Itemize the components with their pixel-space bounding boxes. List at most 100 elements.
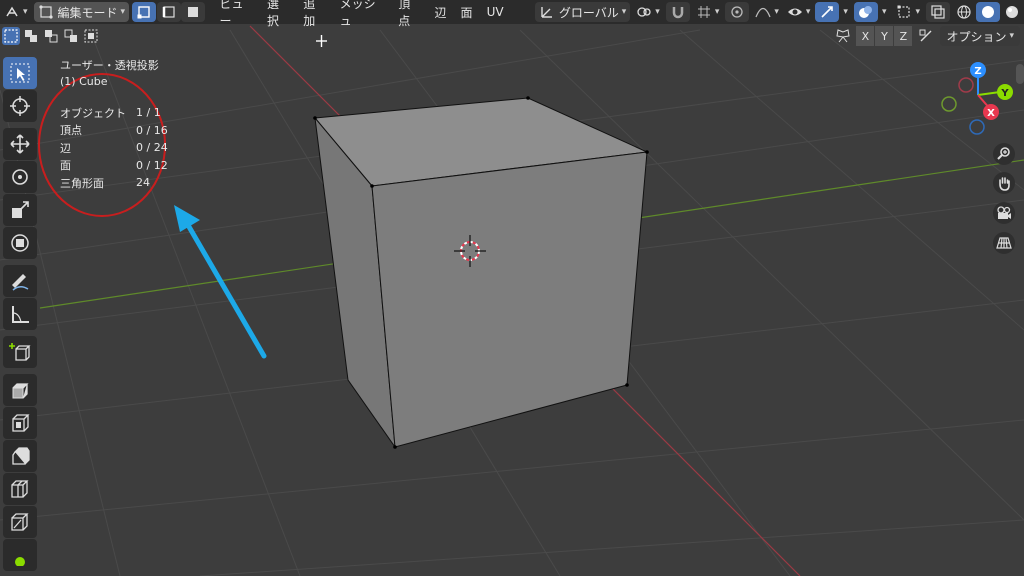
tool-rotate[interactable] — [3, 161, 37, 193]
menu-face[interactable]: 面 — [454, 2, 480, 22]
stat-value: 0 / 24 — [136, 141, 168, 155]
mesh-overlay-icon — [896, 4, 912, 20]
sidebar-toggle[interactable] — [1016, 64, 1024, 84]
gizmo-icon — [819, 4, 835, 20]
tool-move[interactable] — [3, 128, 37, 160]
menu-select[interactable]: 選択 — [260, 0, 296, 28]
loop-cut-icon — [11, 480, 29, 498]
shading-material-button[interactable] — [1000, 2, 1024, 22]
select-subtract-icon — [43, 28, 59, 44]
camera-view-button[interactable] — [993, 202, 1015, 224]
camera-icon — [997, 206, 1011, 219]
snap-toggle[interactable] — [665, 2, 690, 22]
visibility-button[interactable]: ▾ — [783, 2, 815, 22]
move-arrows-icon — [10, 134, 30, 154]
mirror-x-toggle[interactable]: X — [856, 26, 875, 46]
tool-extrude[interactable] — [3, 374, 37, 406]
tool-inset[interactable] — [3, 407, 37, 439]
menu-mesh[interactable]: メッシュ — [333, 0, 392, 28]
tool-add-cube[interactable] — [3, 336, 37, 368]
overlay-toggle[interactable] — [853, 2, 878, 22]
tool-bevel[interactable] — [3, 440, 37, 472]
stat-row: 面 0 / 12 — [60, 157, 168, 175]
proportional-edit-toggle[interactable] — [725, 2, 750, 22]
orientation-icon — [539, 4, 555, 20]
perspective-toggle-button[interactable] — [993, 232, 1015, 254]
chevron-down-icon[interactable]: ▾ — [843, 7, 848, 17]
stat-row: 頂点 0 / 16 — [60, 122, 168, 140]
eye-icon — [787, 4, 803, 20]
pivot-point-button[interactable]: ▾ — [632, 2, 664, 22]
topology-mirror-icon[interactable] — [918, 28, 934, 44]
chevron-down-icon: ▾ — [774, 7, 779, 17]
magnet-icon — [670, 4, 686, 20]
editor-type-button[interactable]: ▾ — [0, 2, 32, 22]
stat-label: オブジェクト — [60, 106, 126, 120]
menu-add[interactable]: 追加 — [296, 0, 332, 28]
menu-uv[interactable]: UV — [480, 2, 511, 22]
chevron-down-icon: ▾ — [805, 7, 811, 17]
zoom-magnifier-icon — [997, 147, 1010, 160]
snap-target-button[interactable]: ▾ — [692, 2, 724, 22]
select-new-icon — [3, 28, 19, 44]
gizmo-y-label: Y — [1000, 88, 1009, 99]
material-sphere-icon — [1004, 4, 1020, 20]
stat-value: 0 / 16 — [136, 123, 168, 137]
tool-knife[interactable] — [3, 506, 37, 538]
extrude-icon — [12, 383, 29, 399]
measure-ruler-icon — [12, 306, 29, 323]
pivot-icon — [636, 4, 652, 20]
select-extend-icon — [23, 28, 39, 44]
chevron-down-icon: ▾ — [714, 7, 720, 17]
tool-poly-build[interactable] — [3, 539, 37, 571]
select-intersect-button[interactable] — [82, 27, 100, 45]
overlay-icon — [858, 4, 874, 20]
edge-select-button[interactable] — [157, 2, 182, 22]
snap-grid-icon — [696, 4, 712, 20]
tool-select-box[interactable] — [3, 57, 37, 89]
mode-label: 編集モード — [57, 5, 118, 20]
menu-edge[interactable]: 辺 — [428, 2, 454, 22]
select-subtract-button[interactable] — [42, 27, 60, 45]
shading-wireframe-button[interactable] — [952, 2, 976, 22]
tool-loop-cut[interactable] — [3, 473, 37, 505]
pan-button[interactable] — [993, 172, 1015, 194]
chevron-down-icon: ▾ — [655, 7, 660, 17]
chevron-down-icon: ▾ — [621, 7, 627, 17]
chevron-down-icon[interactable]: ▾ — [882, 7, 887, 17]
stat-value: 0 / 12 — [136, 158, 168, 172]
shading-solid-button[interactable] — [976, 2, 1000, 22]
gizmo-x-label: X — [987, 108, 995, 119]
tool-scale[interactable] — [3, 194, 37, 226]
select-extend-button[interactable] — [22, 27, 40, 45]
transform-orientation-dropdown[interactable]: グローバル ▾ — [534, 2, 631, 22]
xray-toggle[interactable] — [926, 2, 950, 22]
mirror-z-toggle[interactable]: Z — [894, 26, 913, 46]
select-new-button[interactable] — [2, 27, 20, 45]
view-name: ユーザー・透視投影 — [60, 59, 159, 72]
gizmo-toggle[interactable] — [815, 2, 840, 22]
menu-vertex[interactable]: 頂点 — [391, 0, 427, 28]
solid-sphere-icon — [980, 4, 996, 20]
mirror-y-toggle[interactable]: Y — [875, 26, 894, 46]
tool-header: X Y Z オプション ▾ — [0, 26, 1024, 46]
options-label: オプション — [946, 29, 1007, 44]
vertex-select-button[interactable] — [132, 2, 157, 22]
stat-row: 三角形面 24 — [60, 174, 168, 192]
wireframe-sphere-icon — [956, 4, 972, 20]
mirror-options: X Y Z オプション ▾ — [835, 26, 1024, 46]
mesh-edit-overlay-button[interactable]: ▾ — [892, 2, 924, 22]
tool-measure[interactable] — [3, 298, 37, 330]
face-select-button[interactable] — [181, 2, 206, 22]
select-invert-button[interactable] — [62, 27, 80, 45]
annotate-pen-icon — [12, 274, 29, 291]
tool-cursor[interactable] — [3, 90, 37, 122]
mode-dropdown[interactable]: 編集モード ▾ — [33, 2, 130, 22]
falloff-button[interactable]: ▾ — [751, 2, 783, 22]
tool-transform[interactable] — [3, 227, 37, 259]
tool-annotate[interactable] — [3, 265, 37, 297]
select-cursor-icon — [10, 63, 30, 83]
options-dropdown[interactable]: オプション ▾ — [940, 26, 1020, 46]
menu-view[interactable]: ビュー — [213, 0, 260, 28]
zoom-button[interactable] — [993, 143, 1015, 165]
